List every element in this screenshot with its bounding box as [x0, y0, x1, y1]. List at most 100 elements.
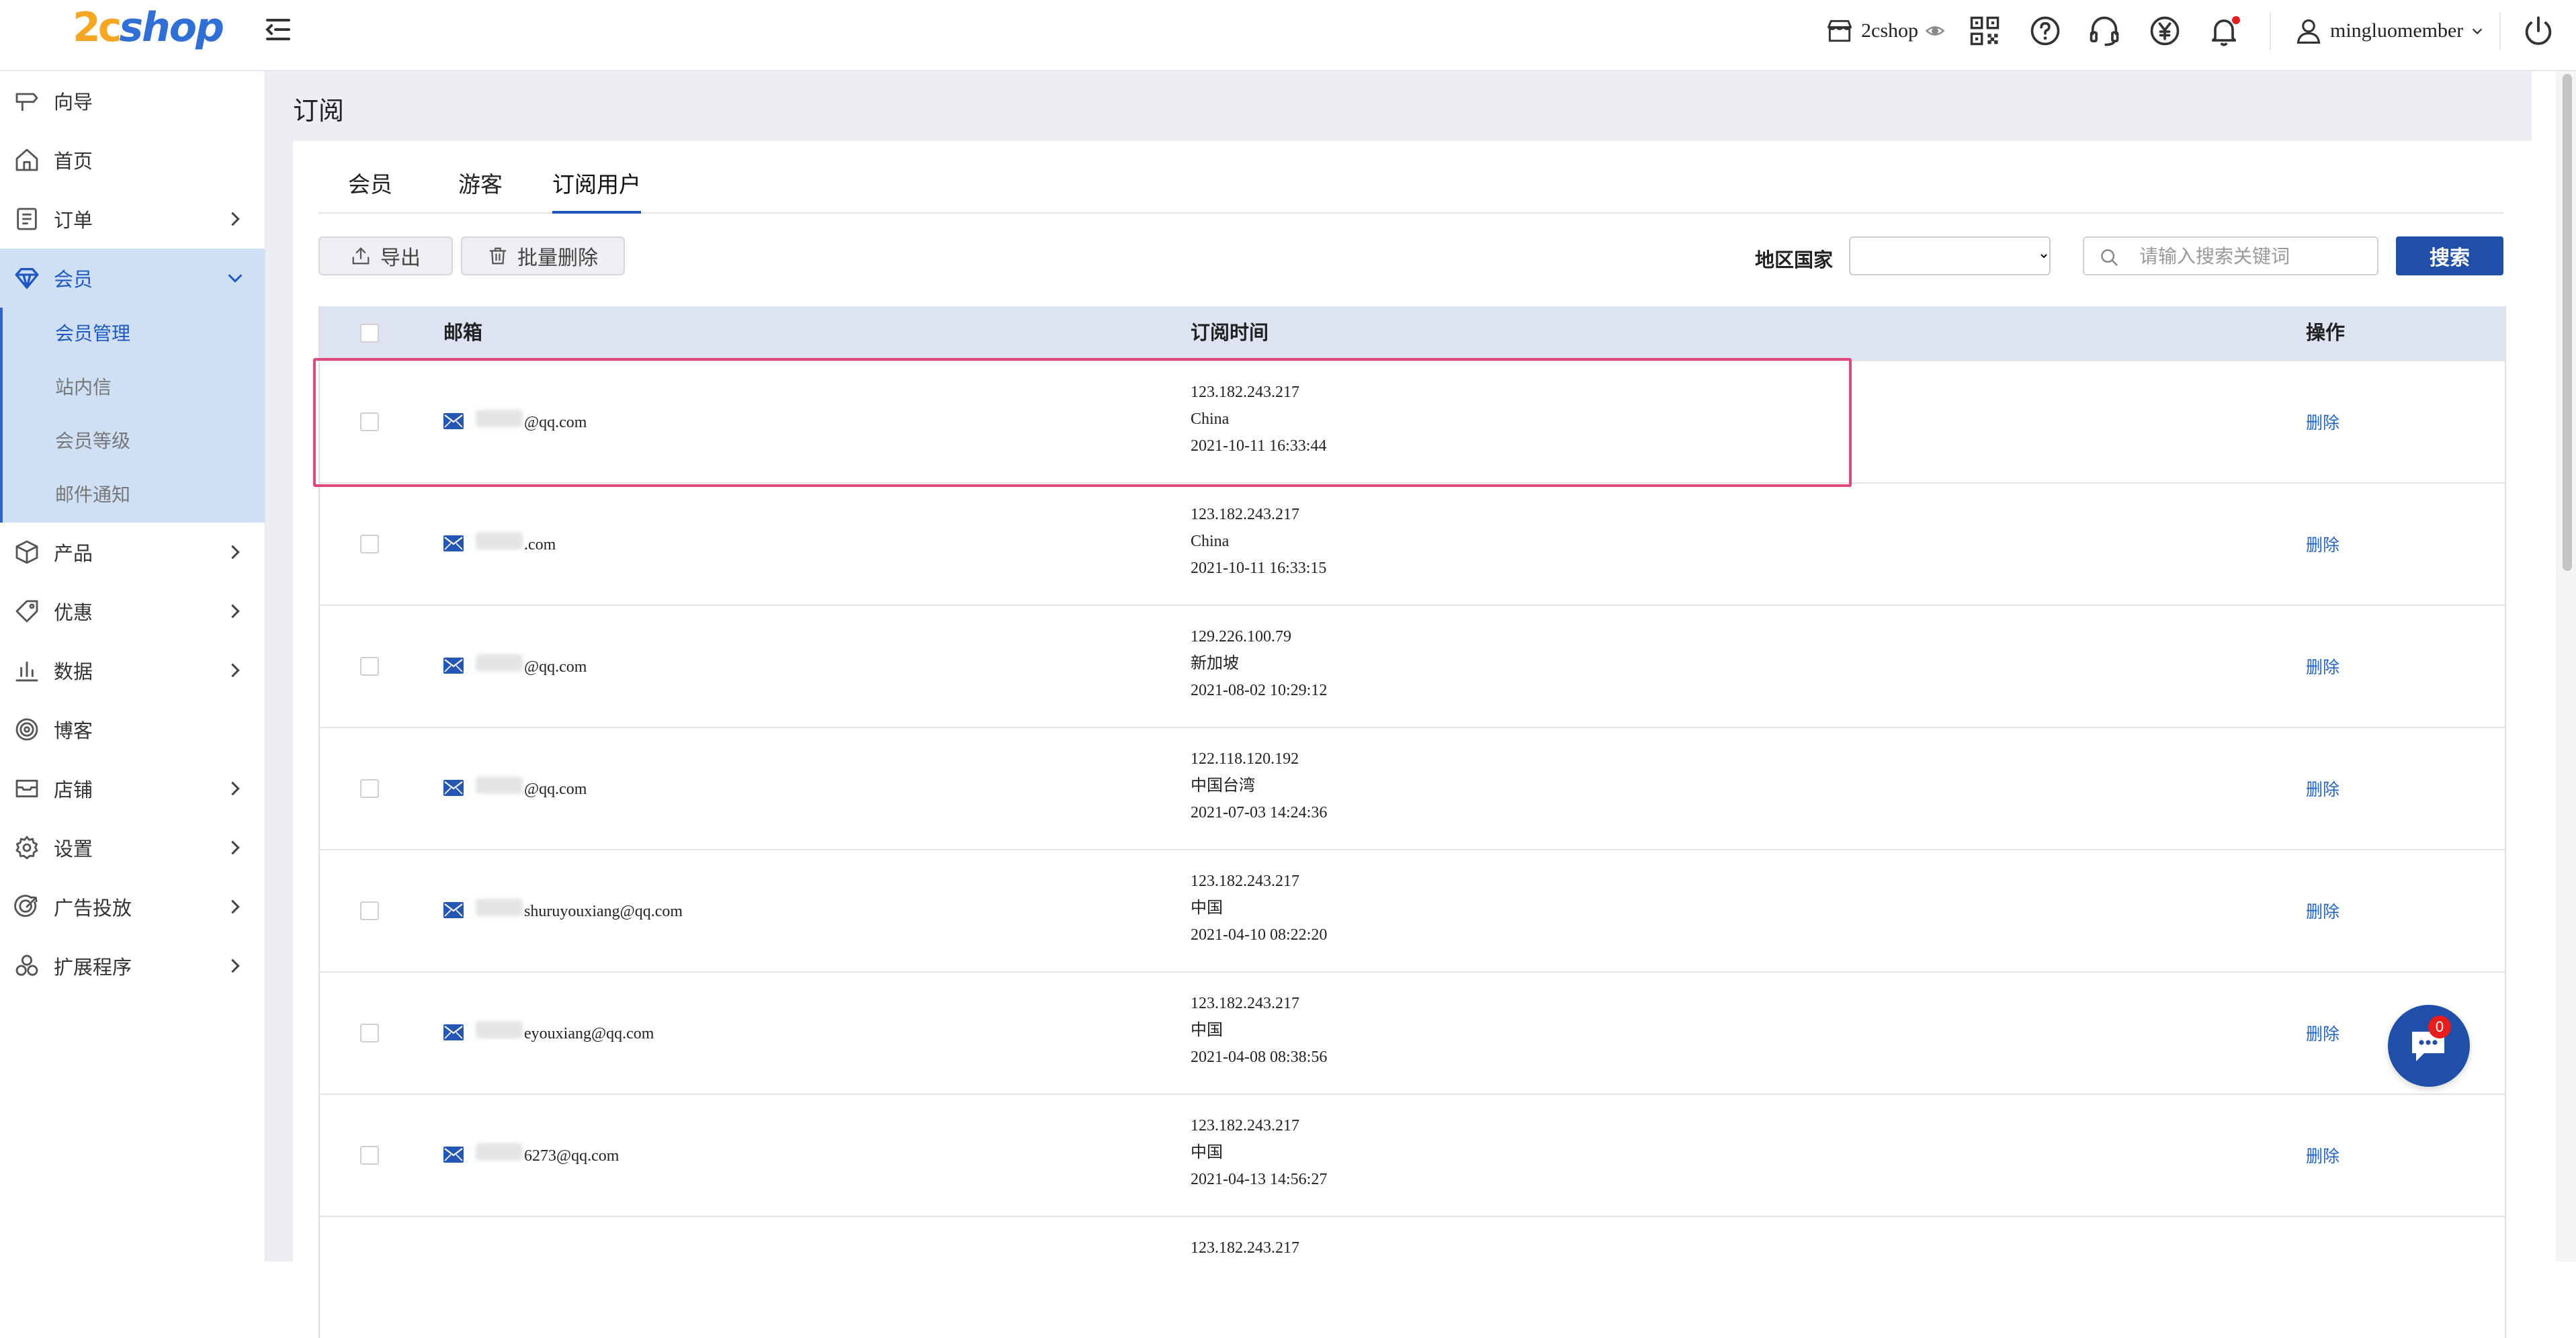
sidebar-item-promotions[interactable]: 优惠	[0, 582, 265, 641]
submenu-item-inbox[interactable]: 站内信	[0, 361, 265, 415]
select-all-checkbox[interactable]	[360, 324, 379, 343]
sidebar-item-members[interactable]: 会员	[0, 249, 265, 308]
row-checkbox[interactable]	[360, 535, 379, 553]
sidebar-item-guide[interactable]: 向导	[0, 71, 265, 130]
divider	[2270, 12, 2271, 50]
submenu-item-email-notifications[interactable]: 邮件通知	[0, 469, 265, 523]
tab-bar: 会员 游客 订阅用户	[318, 141, 2503, 214]
table-header: 邮箱 订阅时间 操作	[320, 306, 2505, 360]
logo[interactable]: 2c shop	[73, 3, 224, 51]
tab-guests[interactable]: 游客	[458, 167, 503, 211]
main-content: 订阅 会员 游客 订阅用户 导出 批量删除 地区国家 搜索	[266, 71, 2532, 1338]
upload-icon	[352, 247, 370, 265]
subscription-info: 129.226.100.79 新加坡 2021-08-02 10:29:12	[1191, 623, 1327, 704]
export-label: 导出	[380, 247, 421, 269]
sidebar-item-label: 向导	[54, 92, 93, 114]
table-row: eyouxiang@qq.com 123.182.243.217 中国 2021…	[320, 971, 2505, 1094]
sidebar-item-label: 设置	[54, 839, 93, 860]
table-row: 6273@qq.com 123.182.243.217 中国 2021-04-1…	[320, 1094, 2505, 1216]
search-button[interactable]: 搜索	[2396, 236, 2503, 275]
region: 中国	[1191, 1144, 1223, 1161]
mail-icon	[443, 412, 464, 429]
email-cell: shuruyouxiang@qq.com	[443, 899, 683, 921]
sidebar-collapse-icon[interactable]	[261, 12, 296, 47]
delete-link[interactable]: 删除	[2306, 1143, 2339, 1167]
subscription-time: 2021-10-11 16:33:44	[1191, 437, 1327, 455]
sidebar-item-products[interactable]: 产品	[0, 523, 265, 582]
sidebar-item-data[interactable]: 数据	[0, 641, 265, 700]
user-menu[interactable]: mingluomember	[2294, 13, 2485, 48]
tab-members[interactable]: 会员	[348, 167, 392, 211]
redacted-text	[476, 654, 523, 672]
box-icon	[15, 540, 38, 564]
row-checkbox[interactable]	[360, 657, 379, 676]
submenu-item-member-management[interactable]: 会员管理	[0, 308, 265, 361]
search-input[interactable]	[2138, 243, 2369, 271]
table-row: 123.182.243.217	[320, 1216, 2505, 1338]
headset-icon[interactable]	[2087, 13, 2122, 48]
email-text: @qq.com	[524, 658, 587, 676]
chevron-right-icon	[231, 840, 240, 855]
mail-icon	[443, 535, 464, 551]
eye-icon[interactable]	[1925, 21, 1945, 41]
qr-code-icon[interactable]	[1967, 13, 2002, 48]
power-icon[interactable]	[2521, 13, 2556, 48]
subscription-info: 123.182.243.217	[1191, 1235, 1299, 1261]
help-icon[interactable]	[2028, 13, 2063, 48]
chevron-right-icon	[231, 545, 240, 560]
clipboard-icon	[17, 208, 37, 230]
sidebar-item-home[interactable]: 首页	[0, 130, 265, 189]
email-cell: eyouxiang@qq.com	[443, 1021, 654, 1043]
email-cell: @qq.com	[443, 776, 587, 799]
subscription-time: 2021-10-11 16:33:15	[1191, 560, 1327, 577]
email-text: @qq.com	[524, 780, 587, 798]
submenu-item-member-levels[interactable]: 会员等级	[0, 415, 265, 469]
row-checkbox[interactable]	[360, 779, 379, 798]
sidebar-item-store[interactable]: 店铺	[0, 759, 265, 818]
row-checkbox[interactable]	[360, 412, 379, 431]
email-cell: .com	[443, 532, 556, 554]
export-button[interactable]: 导出	[318, 236, 453, 275]
shop-switcher[interactable]: 2cshop	[1825, 13, 1945, 48]
sidebar-item-orders[interactable]: 订单	[0, 189, 265, 249]
chevron-right-icon	[231, 212, 240, 226]
delete-link[interactable]: 删除	[2306, 899, 2339, 923]
sidebar-item-advertising[interactable]: 广告投放	[0, 877, 265, 936]
logo-number: 2c	[73, 4, 122, 51]
currency-yen-icon[interactable]	[2147, 13, 2182, 48]
subscription-info: 123.182.243.217 中国 2021-04-10 08:22:20	[1191, 868, 1327, 948]
search-box[interactable]	[2083, 236, 2378, 275]
tab-subscribers[interactable]: 订阅用户	[552, 167, 641, 214]
subscription-time: 2021-04-10 08:22:20	[1191, 926, 1328, 944]
delete-link[interactable]: 删除	[2306, 776, 2339, 801]
sidebar-item-extensions[interactable]: 扩展程序	[0, 936, 265, 995]
delete-link[interactable]: 删除	[2306, 654, 2339, 678]
delete-link[interactable]: 删除	[2306, 410, 2339, 434]
delete-link[interactable]: 删除	[2306, 1021, 2339, 1045]
delete-link[interactable]: 删除	[2306, 532, 2339, 556]
mail-icon	[443, 779, 464, 796]
subscription-info: 123.182.243.217 China 2021-10-11 16:33:1…	[1191, 501, 1326, 582]
page-scrollbar[interactable]	[2556, 71, 2576, 1261]
row-checkbox[interactable]	[360, 1024, 379, 1042]
chevron-right-icon	[231, 899, 240, 914]
region-select[interactable]	[1849, 236, 2051, 275]
redacted-text	[476, 1143, 523, 1161]
column-header-action: 操作	[2306, 322, 2346, 344]
row-checkbox[interactable]	[360, 1146, 379, 1165]
sidebar-item-settings[interactable]: 设置	[0, 818, 265, 877]
divider	[2499, 12, 2501, 50]
sidebar-item-blog[interactable]: 博客	[0, 700, 265, 759]
signpost-icon	[15, 93, 38, 111]
row-checkbox[interactable]	[360, 901, 379, 920]
username: mingluomember	[2330, 19, 2464, 42]
table-row: @qq.com 122.118.120.192 中国台湾 2021-07-03 …	[320, 727, 2505, 849]
chat-button[interactable]	[2388, 1005, 2470, 1087]
bulk-delete-button[interactable]: 批量删除	[461, 236, 625, 275]
chevron-down-icon	[2473, 28, 2483, 35]
email-text: .com	[524, 536, 556, 553]
scrollbar-thumb[interactable]	[2563, 74, 2572, 571]
email-text: 6273@qq.com	[524, 1147, 619, 1165]
table-row: @qq.com 123.182.243.217 China 2021-10-11…	[320, 360, 2505, 482]
ip-address: 123.182.243.217	[1191, 1117, 1299, 1134]
